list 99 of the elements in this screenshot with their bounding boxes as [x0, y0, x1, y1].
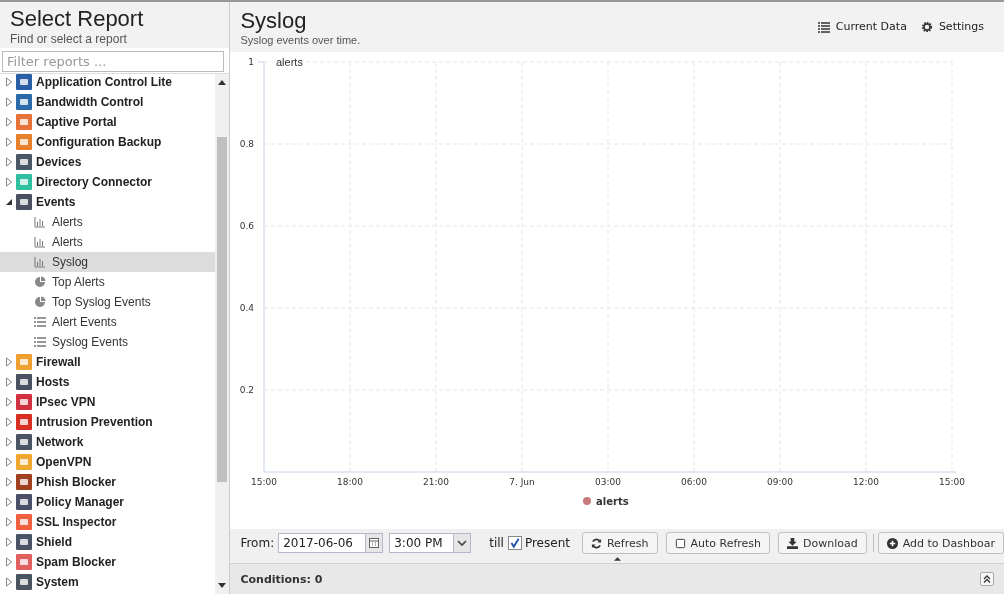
tree-item[interactable]: Shield — [36, 535, 72, 549]
x-axis-label: 15:00 — [939, 477, 966, 487]
settings-button[interactable]: Settings — [920, 20, 984, 33]
tree-item[interactable]: Alert Events — [0, 312, 216, 332]
x-axis-label: 09:00 — [767, 477, 794, 487]
calendar-icon[interactable] — [369, 538, 380, 548]
y-axis-label: 0.2 — [240, 385, 255, 395]
expand-arrow-icon[interactable] — [5, 97, 13, 107]
tree-item[interactable]: Phish Blocker — [36, 475, 117, 489]
x-axis-label: 03:00 — [595, 477, 622, 487]
tree-item[interactable]: Devices — [36, 155, 82, 169]
expand-arrow-icon[interactable] — [5, 577, 13, 587]
bar-chart-icon — [34, 236, 46, 248]
expand-arrow-icon[interactable] — [5, 437, 13, 447]
expand-arrow-icon[interactable] — [5, 117, 13, 127]
tree-item[interactable]: Application Control Lite — [36, 75, 172, 89]
scroll-up-icon[interactable] — [218, 80, 227, 85]
tree-item[interactable]: IPsec VPN — [36, 395, 96, 409]
bar-chart-icon — [34, 256, 46, 268]
tree-item[interactable]: SSL Inspector — [36, 515, 117, 529]
y-axis-label: 0.8 — [240, 139, 255, 149]
expand-arrow-icon[interactable] — [5, 517, 13, 527]
expand-arrow-icon[interactable] — [5, 397, 13, 407]
tree-item[interactable]: Alerts — [0, 212, 216, 232]
present-checkbox[interactable] — [507, 536, 522, 550]
expand-arrow-icon[interactable] — [5, 377, 13, 387]
download-icon — [787, 537, 799, 549]
expand-arrow-icon[interactable] — [5, 417, 13, 427]
tree-item[interactable]: Syslog Events — [0, 332, 216, 352]
pie-chart-icon — [34, 276, 46, 288]
tree-item[interactable]: Captive Portal — [36, 115, 117, 129]
tree-item[interactable]: Alerts — [0, 232, 216, 252]
expand-arrow-icon[interactable] — [5, 477, 13, 487]
x-axis-label: 7. Jun — [509, 477, 536, 487]
expand-arrow-icon[interactable] — [5, 157, 13, 167]
y-axis-label: 1 — [248, 57, 255, 67]
panel-subtitle: Find or select a report — [10, 32, 128, 46]
tree-item[interactable]: Hosts — [36, 375, 70, 389]
tree-item[interactable]: Policy Manager — [36, 495, 125, 509]
tree-item[interactable]: Network — [36, 435, 84, 449]
present-label: Present — [524, 536, 570, 550]
tree-item[interactable]: Directory Connector — [36, 175, 153, 189]
download-button[interactable]: Download — [778, 532, 867, 554]
current-data-button[interactable]: Current Data — [817, 20, 907, 33]
expand-arrow-icon[interactable] — [5, 457, 13, 467]
tree-item[interactable]: Configuration Backup — [36, 135, 162, 149]
tree-item[interactable]: System — [36, 575, 79, 589]
date-field[interactable]: 2017-06-06 — [278, 533, 384, 553]
bar-chart-icon — [34, 216, 46, 228]
tree-item[interactable]: Top Alerts — [0, 272, 216, 292]
expand-button[interactable] — [980, 572, 994, 586]
x-axis-label: 06:00 — [681, 477, 708, 487]
conditions-header[interactable]: Conditions: 0 — [240, 572, 323, 586]
expand-arrow-icon[interactable] — [5, 137, 13, 147]
x-axis-label: 18:00 — [337, 477, 364, 487]
legend-label[interactable]: alerts — [596, 496, 630, 507]
dropdown-icon[interactable] — [457, 538, 468, 548]
expand-arrow-icon[interactable] — [5, 497, 13, 507]
report-subtitle: Syslog events over time. — [240, 34, 361, 46]
tree-item[interactable]: Top Syslog Events — [0, 292, 216, 312]
pie-chart-icon — [34, 296, 46, 308]
tree-item[interactable]: Intrusion Prevention — [36, 415, 153, 429]
checkbox-icon — [674, 537, 686, 549]
scroll-down-icon[interactable] — [218, 583, 227, 588]
add-icon — [886, 537, 898, 549]
add-button[interactable]: Add to Dashboar — [877, 532, 1004, 554]
series-label: alerts — [276, 56, 304, 68]
list-icon — [34, 336, 46, 348]
tree-item[interactable]: Events — [36, 195, 76, 209]
y-axis-label: 0.4 — [240, 303, 255, 313]
collapse-arrow-icon[interactable] — [5, 197, 13, 207]
double-chevron-icon — [982, 574, 992, 584]
tree-item[interactable]: Bandwidth Control — [36, 95, 144, 109]
time-field[interactable]: 3:00 PM — [389, 533, 472, 553]
tree-item[interactable]: Syslog — [0, 252, 216, 272]
expand-arrow-icon[interactable] — [5, 537, 13, 547]
report-title: Syslog — [240, 8, 308, 34]
till-label: till — [489, 536, 504, 550]
expand-arrow-icon[interactable] — [5, 177, 13, 187]
list-icon — [817, 20, 830, 33]
tree-item[interactable]: OpenVPN — [36, 455, 92, 469]
tree-item[interactable]: Firewall — [36, 355, 81, 369]
x-axis-label: 21:00 — [423, 477, 450, 487]
y-axis-label: 0.6 — [240, 221, 255, 231]
x-axis-label: 15:00 — [251, 477, 278, 487]
scrollbar[interactable] — [215, 74, 230, 594]
panel-title: Select Report — [10, 6, 145, 32]
refresh-icon — [590, 537, 602, 549]
list-icon — [34, 316, 46, 328]
expand-arrow-icon[interactable] — [5, 557, 13, 567]
from-label: From: — [240, 536, 275, 550]
expand-arrow-icon[interactable] — [5, 77, 13, 87]
expand-arrow-icon[interactable] — [5, 357, 13, 367]
refresh-button[interactable]: Refresh — [581, 532, 658, 554]
tree-item[interactable]: Spam Blocker — [36, 555, 117, 569]
filter-field[interactable]: Filter reports ... — [2, 51, 225, 72]
settings-icon — [920, 20, 933, 33]
check-button[interactable]: Auto Refresh — [665, 532, 771, 554]
x-axis-label: 12:00 — [853, 477, 880, 487]
